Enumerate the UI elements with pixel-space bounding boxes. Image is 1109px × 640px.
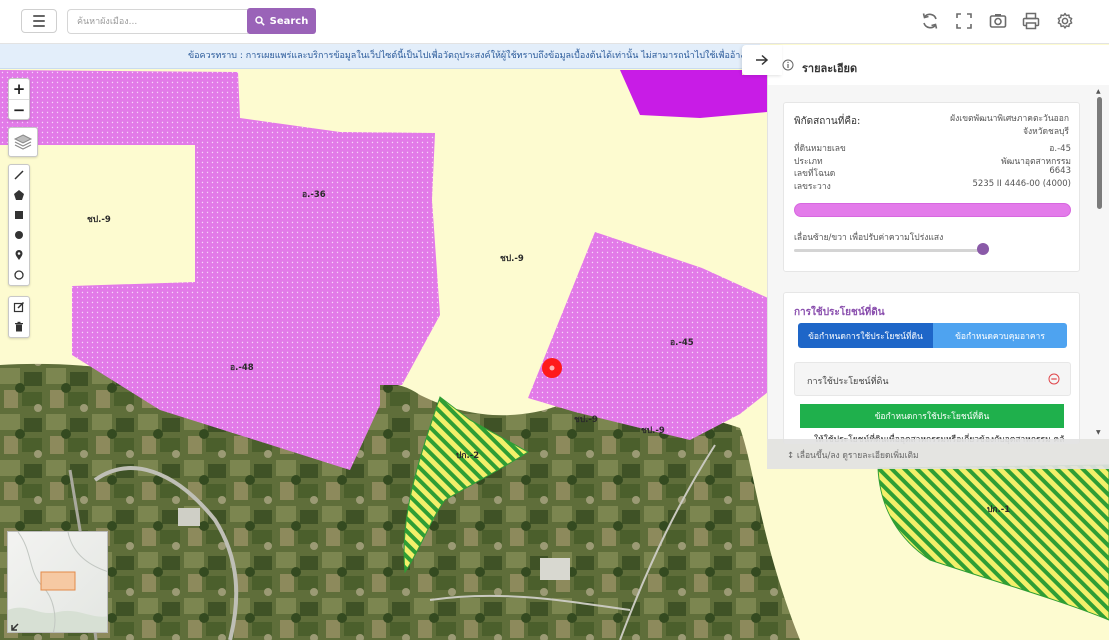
- zoom-out-button[interactable]: −: [9, 99, 29, 119]
- tab-building-control[interactable]: ข้อกำหนดควบคุมอาคาร: [933, 323, 1067, 348]
- panel-header: รายละเอียด: [768, 45, 1109, 85]
- map-label-chp9-center: ชป.-9: [500, 254, 524, 264]
- parcel-pk1[interactable]: [877, 464, 1109, 621]
- info-icon: [782, 59, 794, 71]
- zoom-control: + −: [8, 78, 30, 120]
- location-marker-center: [549, 365, 555, 371]
- zone-color-bar: [794, 203, 1071, 217]
- gear-icon[interactable]: [1055, 11, 1075, 31]
- tab-land-use-rules[interactable]: ข้อกำหนดการใช้ประโยชน์ที่ดิน: [798, 323, 933, 348]
- land-use-accordion[interactable]: การใช้ประโยชน์ที่ดิน: [794, 362, 1071, 396]
- draw-circle-icon[interactable]: [9, 225, 29, 245]
- info-value: 5235 II 4446-00 (4000): [972, 179, 1071, 189]
- parcel-purple-top[interactable]: [620, 70, 767, 118]
- panel-footer[interactable]: ↕ เลื่อนขึ้น/ลง ดูรายละเอียดเพิ่มเติม: [767, 439, 1109, 469]
- minus-circle-icon[interactable]: [1048, 373, 1060, 385]
- building: [540, 558, 570, 580]
- building: [178, 508, 200, 526]
- draw-circle-marker-icon[interactable]: [9, 265, 29, 285]
- trash-icon[interactable]: [9, 317, 29, 337]
- disclaimer-banner: ข้อควรทราบ : การเผยแพร่และบริการข้อมูลใน…: [0, 44, 760, 69]
- land-use-title: การใช้ประโยชน์ที่ดิน: [794, 307, 885, 318]
- draw-toolbar: [8, 164, 30, 286]
- opacity-slider-label: เลื่อนซ้าย/ขวา เพื่อปรับค่าความโปร่งแสง: [794, 233, 944, 243]
- fullscreen-icon[interactable]: [954, 11, 974, 31]
- minimap-canvas: [8, 532, 107, 632]
- map-label-o48: อ.-48: [230, 363, 254, 373]
- print-icon[interactable]: [1021, 11, 1041, 31]
- map-label-o36: อ.-36: [302, 190, 326, 200]
- info-row-sheet-no: เลขระวาง 5235 II 4446-00 (4000): [794, 179, 1071, 192]
- overview-minimap[interactable]: [7, 531, 108, 633]
- coord-value-line1: ผังเขตพัฒนาพิเศษภาคตะวันออก: [950, 114, 1069, 124]
- panel-title: รายละเอียด: [802, 62, 858, 75]
- search-button-label: Search: [269, 15, 309, 27]
- info-value: 6643: [1049, 166, 1071, 176]
- map-label-o45: อ.-45: [670, 338, 694, 348]
- accordion-title: การใช้ประโยชน์ที่ดิน: [807, 377, 889, 387]
- layers-button[interactable]: [8, 127, 38, 157]
- search-icon: [254, 16, 265, 26]
- coord-label: พิกัดสถานที่คือ:: [794, 116, 861, 127]
- opacity-slider-track[interactable]: [794, 249, 989, 252]
- hamburger-menu-icon[interactable]: [21, 9, 57, 33]
- map-label-pk2: ปก.-2: [456, 451, 479, 461]
- map-label-pk1: ปก.-1: [987, 505, 1010, 515]
- layers-icon: [13, 134, 33, 150]
- land-use-rule-header: ข้อกำหนดการใช้ประโยชน์ที่ดิน: [800, 404, 1064, 428]
- map-label-chp9-lower: ชป.-9: [574, 415, 598, 425]
- parcel-info-card: พิกัดสถานที่คือ: ผังเขตพัฒนาพิเศษภาคตะวั…: [783, 102, 1080, 272]
- top-bar: Search: [0, 0, 1109, 44]
- minimap-viewport[interactable]: [40, 571, 76, 591]
- zoom-in-button[interactable]: +: [9, 79, 29, 99]
- panel-scroll-thumb[interactable]: [1097, 97, 1102, 209]
- map-label-chp9-lower2: ชป.-9: [641, 426, 665, 436]
- panel-scrollbar[interactable]: ▲ ▼: [1096, 88, 1103, 437]
- map-label-chp9-left: ชป.-9: [87, 215, 111, 225]
- coord-value-line2: จังหวัดชลบุรี: [1023, 127, 1069, 137]
- edit-toolbar: [8, 296, 30, 338]
- info-row-parcel-no: ที่ดินหมายเลข อ.-45: [794, 141, 1071, 154]
- scroll-up-icon[interactable]: ▲: [1096, 88, 1101, 95]
- refresh-icon[interactable]: [920, 11, 940, 31]
- search-button[interactable]: Search: [247, 8, 316, 34]
- opacity-slider-handle[interactable]: [977, 243, 990, 255]
- draw-line-icon[interactable]: [9, 165, 29, 185]
- info-key: เลขระวาง: [794, 182, 831, 192]
- draw-marker-icon[interactable]: [9, 245, 29, 265]
- edit-layers-icon[interactable]: [9, 297, 29, 317]
- info-key: เลขที่โฉนด: [794, 169, 836, 179]
- scroll-down-icon[interactable]: ▼: [1096, 429, 1101, 436]
- land-use-card: การใช้ประโยชน์ที่ดิน ข้อกำหนดการใช้ประโย…: [783, 292, 1080, 445]
- search-input[interactable]: [67, 9, 248, 34]
- draw-polygon-icon[interactable]: [9, 185, 29, 205]
- arrow-right-icon: [756, 54, 769, 66]
- coord-value: ผังเขตพัฒนาพิเศษภาคตะวันออก จังหวัดชลบุร…: [950, 113, 1069, 139]
- draw-rectangle-icon[interactable]: [9, 205, 29, 225]
- screenshot-icon[interactable]: [988, 11, 1008, 31]
- info-value: อ.-45: [1049, 144, 1071, 154]
- collapse-panel-button[interactable]: [742, 45, 782, 75]
- detail-panel: รายละเอียด พิกัดสถานที่คือ: ผังเขตพัฒนาพ…: [767, 45, 1109, 445]
- info-key: ที่ดินหมายเลข: [794, 144, 846, 154]
- panel-footer-hint: ↕ เลื่อนขึ้น/ลง ดูรายละเอียดเพิ่มเติม: [787, 451, 919, 461]
- info-row-deed-no: เลขที่โฉนด 6643: [794, 166, 1071, 179]
- info-row-type: ประเภท พัฒนาอุตสาหกรรม: [794, 154, 1071, 167]
